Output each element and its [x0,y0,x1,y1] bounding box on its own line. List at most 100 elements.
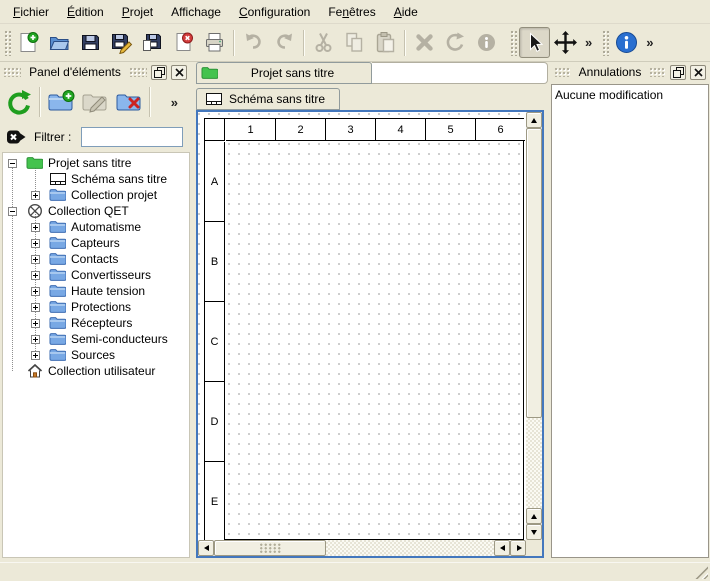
toolbar-separator [149,87,151,117]
select-mode-button[interactable] [519,27,550,58]
statusbar [0,562,710,581]
about-button[interactable] [611,27,642,58]
window-resize-grip[interactable] [695,566,708,579]
menu-fenetres[interactable]: Fenêtres [319,2,384,22]
project-tabbar: Projet sans titre [196,62,548,84]
tree-item-contacts[interactable]: Contacts [3,251,189,267]
toolbar-drag-handle[interactable] [4,30,11,56]
tree-expander[interactable] [8,207,17,216]
save-as-button[interactable] [106,27,137,58]
tree-expander[interactable] [31,271,40,280]
copy-button[interactable] [339,27,370,58]
element-info-button[interactable] [471,27,502,58]
tab-project[interactable]: Projet sans titre [196,62,372,84]
tree-item-automatisme[interactable]: Automatisme [3,219,189,235]
column-header-3: 3 [326,119,376,141]
undo-panel-titlebar[interactable]: Annulations [551,62,709,82]
reload-collections-button[interactable] [2,85,36,119]
save-as-icon [110,31,133,54]
menu-projet[interactable]: Projet [113,2,162,22]
tree-item-sources[interactable]: Sources [3,347,189,363]
undo-button[interactable] [238,27,269,58]
toolbar-separator [404,30,406,56]
open-button[interactable] [44,27,75,58]
clear-filter-button[interactable] [6,128,27,146]
diagram-scene[interactable]: 123456 ABCDE [198,112,526,540]
tab-diagram[interactable]: Schéma sans titre [196,88,340,110]
scroll-up-button[interactable] [526,112,542,128]
tree-item-collection-projet[interactable]: Collection projet [3,187,189,203]
tree-expander[interactable] [31,191,40,200]
vertical-scrollbar-track[interactable] [526,418,542,508]
scroll-up-button-bottom[interactable] [526,508,542,524]
collections-toolbar: » [0,82,190,122]
tree-item-protections[interactable]: Protections [3,299,189,315]
tree-item-semi-conducteurs[interactable]: Semi-conducteurs [3,331,189,347]
vertical-scrollbar-thumb[interactable] [526,128,542,418]
scroll-right-button[interactable] [510,540,526,556]
tree-item-schema-sans-titre[interactable]: Schéma sans titre [3,171,189,187]
print-button[interactable] [199,27,230,58]
toolbar-drag-handle[interactable] [602,30,609,56]
delete-category-button[interactable] [112,85,146,119]
tree-expander[interactable] [31,303,40,312]
edit-category-button[interactable] [78,85,112,119]
undo-history-list[interactable]: Aucune modification [551,84,709,558]
elements-tree: Projet sans titreSchéma sans titreCollec… [2,152,190,558]
menu-configuration[interactable]: Configuration [230,2,319,22]
scroll-down-button[interactable] [526,524,542,540]
tree-item-label: Contacts [71,252,118,266]
scroll-left-button-right[interactable] [494,540,510,556]
tree-expander[interactable] [31,319,40,328]
new-project-button[interactable] [13,27,44,58]
close-file-button[interactable] [168,27,199,58]
save-all-button[interactable] [137,27,168,58]
tree-expander[interactable] [31,351,40,360]
undo-list-item[interactable]: Aucune modification [555,87,705,103]
scroll-mode-button[interactable] [550,27,581,58]
rotate-button[interactable] [440,27,471,58]
menu-affichage[interactable]: Affichage [162,2,230,22]
tree-expander[interactable] [31,287,40,296]
tree-expander[interactable] [8,159,17,168]
new-document-icon [17,31,40,54]
collections-overflow-button[interactable]: » [167,95,182,110]
tree-item-recepteurs[interactable]: Récepteurs [3,315,189,331]
tools-overflow-button[interactable]: » [581,35,596,50]
filter-input[interactable] [81,127,183,147]
cut-button[interactable] [308,27,339,58]
tree-item-projet-sans-titre[interactable]: Projet sans titre [3,155,189,171]
new-category-button[interactable] [44,85,78,119]
tree-item-collection-utilisateur[interactable]: Collection utilisateur [3,363,189,379]
save-icon [79,31,102,54]
elements-panel-titlebar[interactable]: Panel d'éléments [0,62,190,82]
close-panel-button[interactable] [171,65,187,80]
tree-item-haute-tension[interactable]: Haute tension [3,283,189,299]
qet-logo-wrap [25,203,44,219]
close-panel-button[interactable] [690,65,706,80]
tree-expander[interactable] [31,239,40,248]
tree-expander[interactable] [31,335,40,344]
save-button[interactable] [75,27,106,58]
toolbar-drag-handle[interactable] [510,30,517,56]
horizontal-scrollbar-thumb[interactable] [214,540,326,556]
folder-blue-icon [49,188,66,202]
menu-edition[interactable]: Édition [58,2,113,22]
tree-item-convertisseurs[interactable]: Convertisseurs [3,267,189,283]
menu-aide[interactable]: Aide [385,2,427,22]
undo-panel-dock: Annulations Aucune modification [548,62,710,562]
float-panel-button[interactable] [670,65,686,80]
tree-item-collection-qet[interactable]: Collection QET [3,203,189,219]
float-panel-button[interactable] [151,65,167,80]
help-overflow-button[interactable]: » [642,35,657,50]
tree-expander[interactable] [31,223,40,232]
scroll-left-button[interactable] [198,540,214,556]
menu-fichier[interactable]: Fichier [4,2,58,22]
horizontal-scrollbar-track[interactable] [326,540,494,556]
tree-item-capteurs[interactable]: Capteurs [3,235,189,251]
paste-button[interactable] [370,27,401,58]
row-header-A: A [205,142,225,222]
redo-button[interactable] [269,27,300,58]
delete-button[interactable] [409,27,440,58]
tree-expander[interactable] [31,255,40,264]
